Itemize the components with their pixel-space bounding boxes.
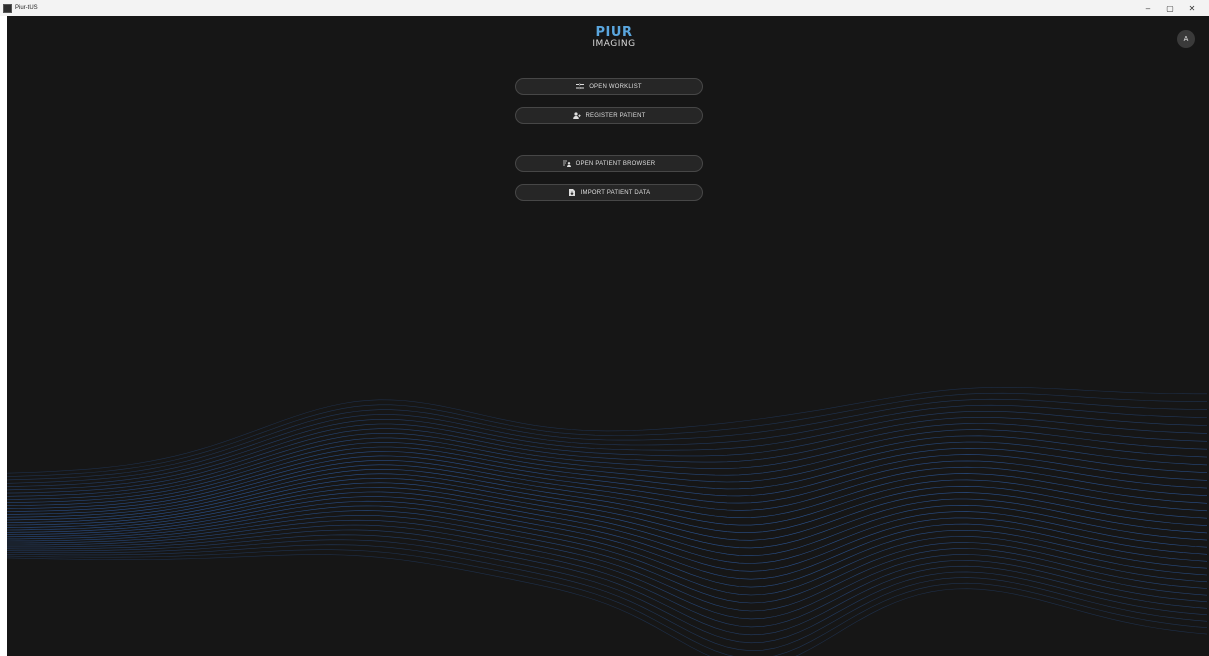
import-file-icon (568, 189, 576, 196)
wave-line (7, 554, 1208, 656)
window-left-edge (0, 16, 7, 656)
open-patient-browser-label: OPEN PATIENT BROWSER (575, 160, 656, 167)
wave-line (7, 477, 1208, 541)
wave-line (7, 455, 1208, 512)
logo-line1: PIUR (595, 25, 633, 40)
import-patient-data-label: IMPORT PATIENT DATA (580, 189, 651, 196)
wave-line (7, 446, 1208, 506)
wave-line (7, 482, 1208, 549)
title-bar: Piur-tUS – ▢ ✕ (0, 0, 1209, 16)
wave-line (7, 468, 1208, 526)
wave-line (7, 487, 1208, 557)
app-icon (3, 3, 12, 13)
wave-line (7, 460, 1208, 515)
wave-line (7, 429, 1208, 497)
wave-line (7, 519, 1208, 612)
open-patient-browser-button[interactable]: OPEN PATIENT BROWSER (515, 155, 703, 172)
wave-line (7, 386, 1207, 474)
wave-line (7, 515, 1208, 604)
open-worklist-button[interactable]: OPEN WORKLIST (515, 78, 703, 95)
wave-line (7, 473, 1208, 533)
wave-line (7, 529, 1208, 628)
logo-line2: IMAGING (592, 39, 636, 49)
wave-line (7, 534, 1208, 636)
wave-line (7, 510, 1208, 596)
wave-line (7, 435, 1208, 500)
wave-line (7, 524, 1208, 620)
wave-line (7, 491, 1208, 564)
wave-line (7, 451, 1208, 509)
patient-browser-icon (562, 160, 571, 167)
wave-line (7, 464, 1208, 519)
app-window: Piur-tUS – ▢ ✕ PIUR IMAGING A OPEN WORKL… (0, 0, 1209, 656)
add-user-icon (572, 112, 581, 119)
close-button[interactable]: ✕ (1181, 0, 1203, 16)
register-patient-label: REGISTER PATIENT (585, 112, 646, 119)
wave-line (7, 549, 1208, 656)
wave-line (7, 398, 1208, 481)
main-screen: PIUR IMAGING A OPEN WORKLIST REGISTER PA… (7, 16, 1209, 656)
register-patient-button[interactable]: REGISTER PATIENT (515, 107, 703, 124)
wave-line (7, 404, 1208, 484)
wave-line (7, 544, 1208, 652)
user-avatar[interactable]: A (1177, 30, 1195, 48)
import-patient-data-button[interactable]: IMPORT PATIENT DATA (515, 184, 703, 201)
wave-line (7, 410, 1208, 487)
window-title: Piur-tUS (15, 5, 38, 11)
wave-line (7, 392, 1208, 477)
wave-line (7, 441, 1208, 503)
wave-line (7, 417, 1208, 491)
wave-line (7, 496, 1208, 572)
wave-line (7, 505, 1208, 588)
wave-line (7, 423, 1208, 494)
piur-imaging-logo: PIUR IMAGING (584, 25, 644, 59)
minimize-button[interactable]: – (1137, 0, 1159, 16)
restore-button[interactable]: ▢ (1159, 0, 1181, 16)
wave-line (7, 539, 1208, 644)
open-worklist-label: OPEN WORKLIST (589, 83, 642, 90)
window-controls: – ▢ ✕ (1137, 0, 1203, 16)
worklist-icon (576, 83, 585, 90)
wave-line (7, 500, 1208, 580)
